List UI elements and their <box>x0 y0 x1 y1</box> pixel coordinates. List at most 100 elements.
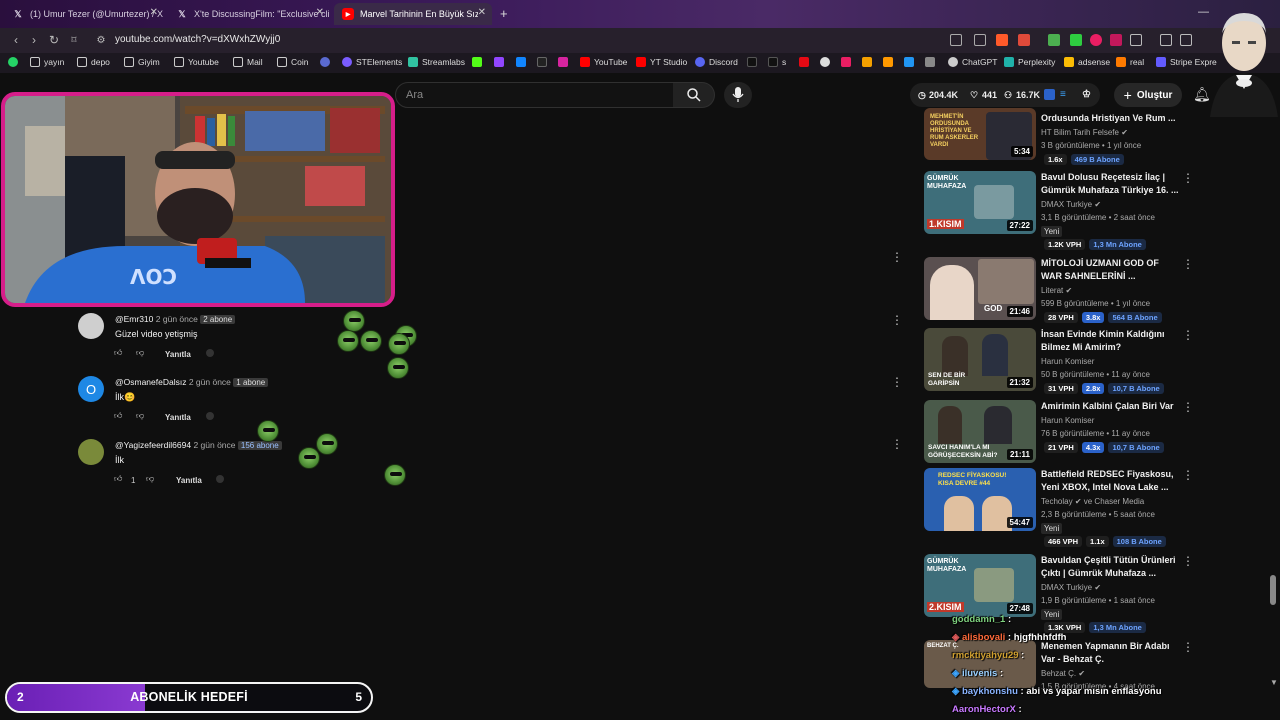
channel-name[interactable]: HT Bilim Tarih Felsefe ✔ <box>1041 128 1128 137</box>
media-icon[interactable] <box>1160 34 1172 46</box>
scroll-down-icon[interactable]: ▼ <box>1270 678 1278 687</box>
bookmark-folder-giyim[interactable]: Giyim <box>124 57 160 67</box>
comment-author[interactable]: @OsmanefeDalsız <box>115 377 186 387</box>
video-title[interactable]: Bavul Dolusu Reçetesiz İlaç | Gümrük Muh… <box>1041 171 1181 197</box>
twitch-icon[interactable] <box>494 57 508 67</box>
dislike-button[interactable]: 👎︎ <box>136 411 144 421</box>
extension-icon[interactable] <box>904 57 918 67</box>
extension-icon[interactable] <box>820 57 834 67</box>
video-thumbnail[interactable]: REDSEC FİYASKOSU! KISA DEVRE #44 54:47 <box>924 468 1036 531</box>
video-card[interactable]: SAVCI HANIM'LA MI GÖRÜŞECEKSİN ABİ? 21:1… <box>924 400 1269 463</box>
video-title[interactable]: Menemen Yapmanın Bir Adabı Var - Behzat … <box>1041 640 1181 666</box>
video-menu-icon[interactable]: ⋮ <box>1182 640 1194 654</box>
create-button[interactable]: + Oluştur <box>1114 83 1182 107</box>
video-menu-icon[interactable]: ⋮ <box>1182 257 1194 271</box>
comment-menu-icon[interactable]: ⋮ <box>891 437 903 451</box>
vidiq-icon[interactable] <box>1044 89 1055 100</box>
bookmark-folder-depo[interactable]: depo <box>77 57 110 67</box>
video-card[interactable]: GOD 21:46 MİTOLOJİ UZMANI GOD OF WAR SAH… <box>924 257 1269 323</box>
cast-icon[interactable] <box>950 34 962 46</box>
dislike-button[interactable]: 👎︎ <box>136 348 144 358</box>
bookmark-folder-mail[interactable]: Mail <box>233 57 263 67</box>
bookmark-real[interactable]: real <box>1116 57 1144 67</box>
avatar[interactable] <box>78 439 104 465</box>
sidebar-icon[interactable] <box>1180 34 1192 46</box>
bookmark-yt-studio[interactable]: YT Studio <box>636 57 687 67</box>
video-title[interactable]: Ordusunda Hristiyan Ve Rum ... <box>1041 112 1181 125</box>
comment-author[interactable]: @Yagizefeerdil6694 <box>115 440 191 450</box>
trophy-icon[interactable]: ♔ <box>1082 89 1091 100</box>
tiktok-icon[interactable] <box>747 57 761 67</box>
brave-shield-icon[interactable] <box>996 34 1008 46</box>
extension-icon[interactable] <box>841 57 855 67</box>
whatsapp-icon[interactable] <box>8 57 22 67</box>
bookmark-folder-yayin[interactable]: yayın <box>30 57 64 67</box>
scrollbar[interactable] <box>1270 575 1276 605</box>
rewards-icon[interactable] <box>1018 34 1030 46</box>
channel-name[interactable]: Harun Komiser <box>1041 416 1094 425</box>
video-thumbnail[interactable]: GÜMRÜK MUHAFAZA 2.KISIM 27:48 <box>924 554 1036 617</box>
bookmark-adsense[interactable]: adsense <box>1064 57 1110 67</box>
channel-name[interactable]: Behzat Ç. ✔ <box>1041 669 1085 678</box>
reply-button[interactable]: Yanıtla <box>176 476 202 485</box>
bookmark-folder-youtube[interactable]: Youtube <box>174 57 219 67</box>
bookmark-r[interactable] <box>320 57 334 67</box>
bookmark-folder-coin[interactable]: Coin <box>277 57 308 67</box>
comment-author[interactable]: @Emr310 <box>115 314 153 324</box>
video-thumbnail[interactable]: GOD 21:46 <box>924 257 1036 320</box>
like-button[interactable]: 👍︎ <box>114 411 122 421</box>
forward-icon[interactable]: › <box>26 32 42 48</box>
voice-search-button[interactable] <box>724 82 752 108</box>
video-thumbnail[interactable]: GÜMRÜK MUHAFAZA 1.KISIM 27:22 <box>924 171 1036 234</box>
video-menu-icon[interactable]: ⋮ <box>1182 171 1194 185</box>
channel-name[interactable]: Harun Komiser <box>1041 357 1094 366</box>
video-title[interactable]: Amirimin Kalbini Çalan Biri Var <box>1041 400 1181 413</box>
video-title[interactable]: İnsan Evinde Kimin Kaldığını Bilmez Mi A… <box>1041 328 1181 354</box>
video-title[interactable]: Bavuldan Çeşitli Tütün Ürünleri Çıktı | … <box>1041 554 1181 580</box>
extension-icon[interactable] <box>1090 34 1102 46</box>
list-icon[interactable]: ≡ <box>1060 89 1066 100</box>
extension-icon[interactable] <box>1070 34 1082 46</box>
comment-menu-icon[interactable]: ⋮ <box>891 250 903 264</box>
new-tab-icon[interactable]: + <box>500 6 508 21</box>
amazon-icon[interactable] <box>883 57 897 67</box>
video-card[interactable]: GÜMRÜK MUHAFAZA 1.KISIM 27:22 Bavul Dolu… <box>924 171 1269 251</box>
back-icon[interactable]: ‹ <box>8 32 24 48</box>
vidiq-stats-bar[interactable]: ◷ 204.4K ♡ 441 ⚇ 16.7K ≡ ♔ <box>910 83 1100 107</box>
bookmark-perplexity[interactable]: Perplexity <box>1004 57 1055 67</box>
channel-name[interactable]: Techolay ✔ ve Chaser Media <box>1041 497 1144 506</box>
video-title[interactable]: Battlefield REDSEC Fiyaskosu, Yeni XBOX,… <box>1041 468 1181 494</box>
video-thumbnail[interactable]: SEN DE BİR GARİPSİN 21:32 <box>924 328 1036 391</box>
video-menu-icon[interactable]: ⋮ <box>1182 554 1194 568</box>
video-menu-icon[interactable]: ⋮ <box>1182 468 1194 482</box>
bookmark-icon[interactable]: ⌑ <box>66 32 82 48</box>
instagram-icon[interactable] <box>558 57 572 67</box>
bookmark-youtube[interactable]: YouTube <box>580 57 627 67</box>
video-card[interactable]: REDSEC FİYASKOSU! KISA DEVRE #44 54:47 B… <box>924 468 1269 548</box>
x-logo-icon[interactable] <box>537 57 551 67</box>
video-thumbnail[interactable]: BEHZAT Ç. <box>924 640 1036 688</box>
channel-name[interactable]: DMAX Turkiye ✔ <box>1041 583 1101 592</box>
bookmark-stelements[interactable]: STElements <box>342 57 402 67</box>
extension-icon[interactable] <box>1110 34 1122 46</box>
share-icon[interactable] <box>974 34 986 46</box>
like-button[interactable]: 👍︎ <box>114 348 122 358</box>
reload-icon[interactable]: ↻ <box>46 32 62 48</box>
site-settings-icon[interactable]: ⚙ <box>93 32 109 48</box>
like-button[interactable]: 👍︎ <box>114 474 122 484</box>
close-icon[interactable]: ✕ <box>150 7 158 18</box>
tab-x-discussingfilm[interactable]: 𝕏 X'te DiscussingFilm: "Exclusive clip f… <box>168 3 330 25</box>
video-thumbnail[interactable]: MEHMET'İN ORDUSUNDA HRİSTİYAN VE RUM ASK… <box>924 108 1036 160</box>
comment-menu-icon[interactable]: ⋮ <box>891 313 903 327</box>
tab-youtube-marvel[interactable]: ▶ Marvel Tarihinin En Büyük Sızıntı ✕ <box>334 3 492 25</box>
kick-icon[interactable] <box>472 57 486 67</box>
extension-icon[interactable] <box>862 57 876 67</box>
avatar[interactable]: O <box>78 376 104 402</box>
video-menu-icon[interactable]: ⋮ <box>1182 328 1194 342</box>
extensions-puzzle-icon[interactable] <box>1130 34 1142 46</box>
avatar[interactable] <box>78 313 104 339</box>
video-card[interactable]: BEHZAT Ç. Menemen Yapmanın Bir Adabı Var… <box>924 640 1269 691</box>
bluesky-icon[interactable] <box>516 57 530 67</box>
extension-icon[interactable] <box>1048 34 1060 46</box>
search-input[interactable]: Ara <box>395 82 675 108</box>
